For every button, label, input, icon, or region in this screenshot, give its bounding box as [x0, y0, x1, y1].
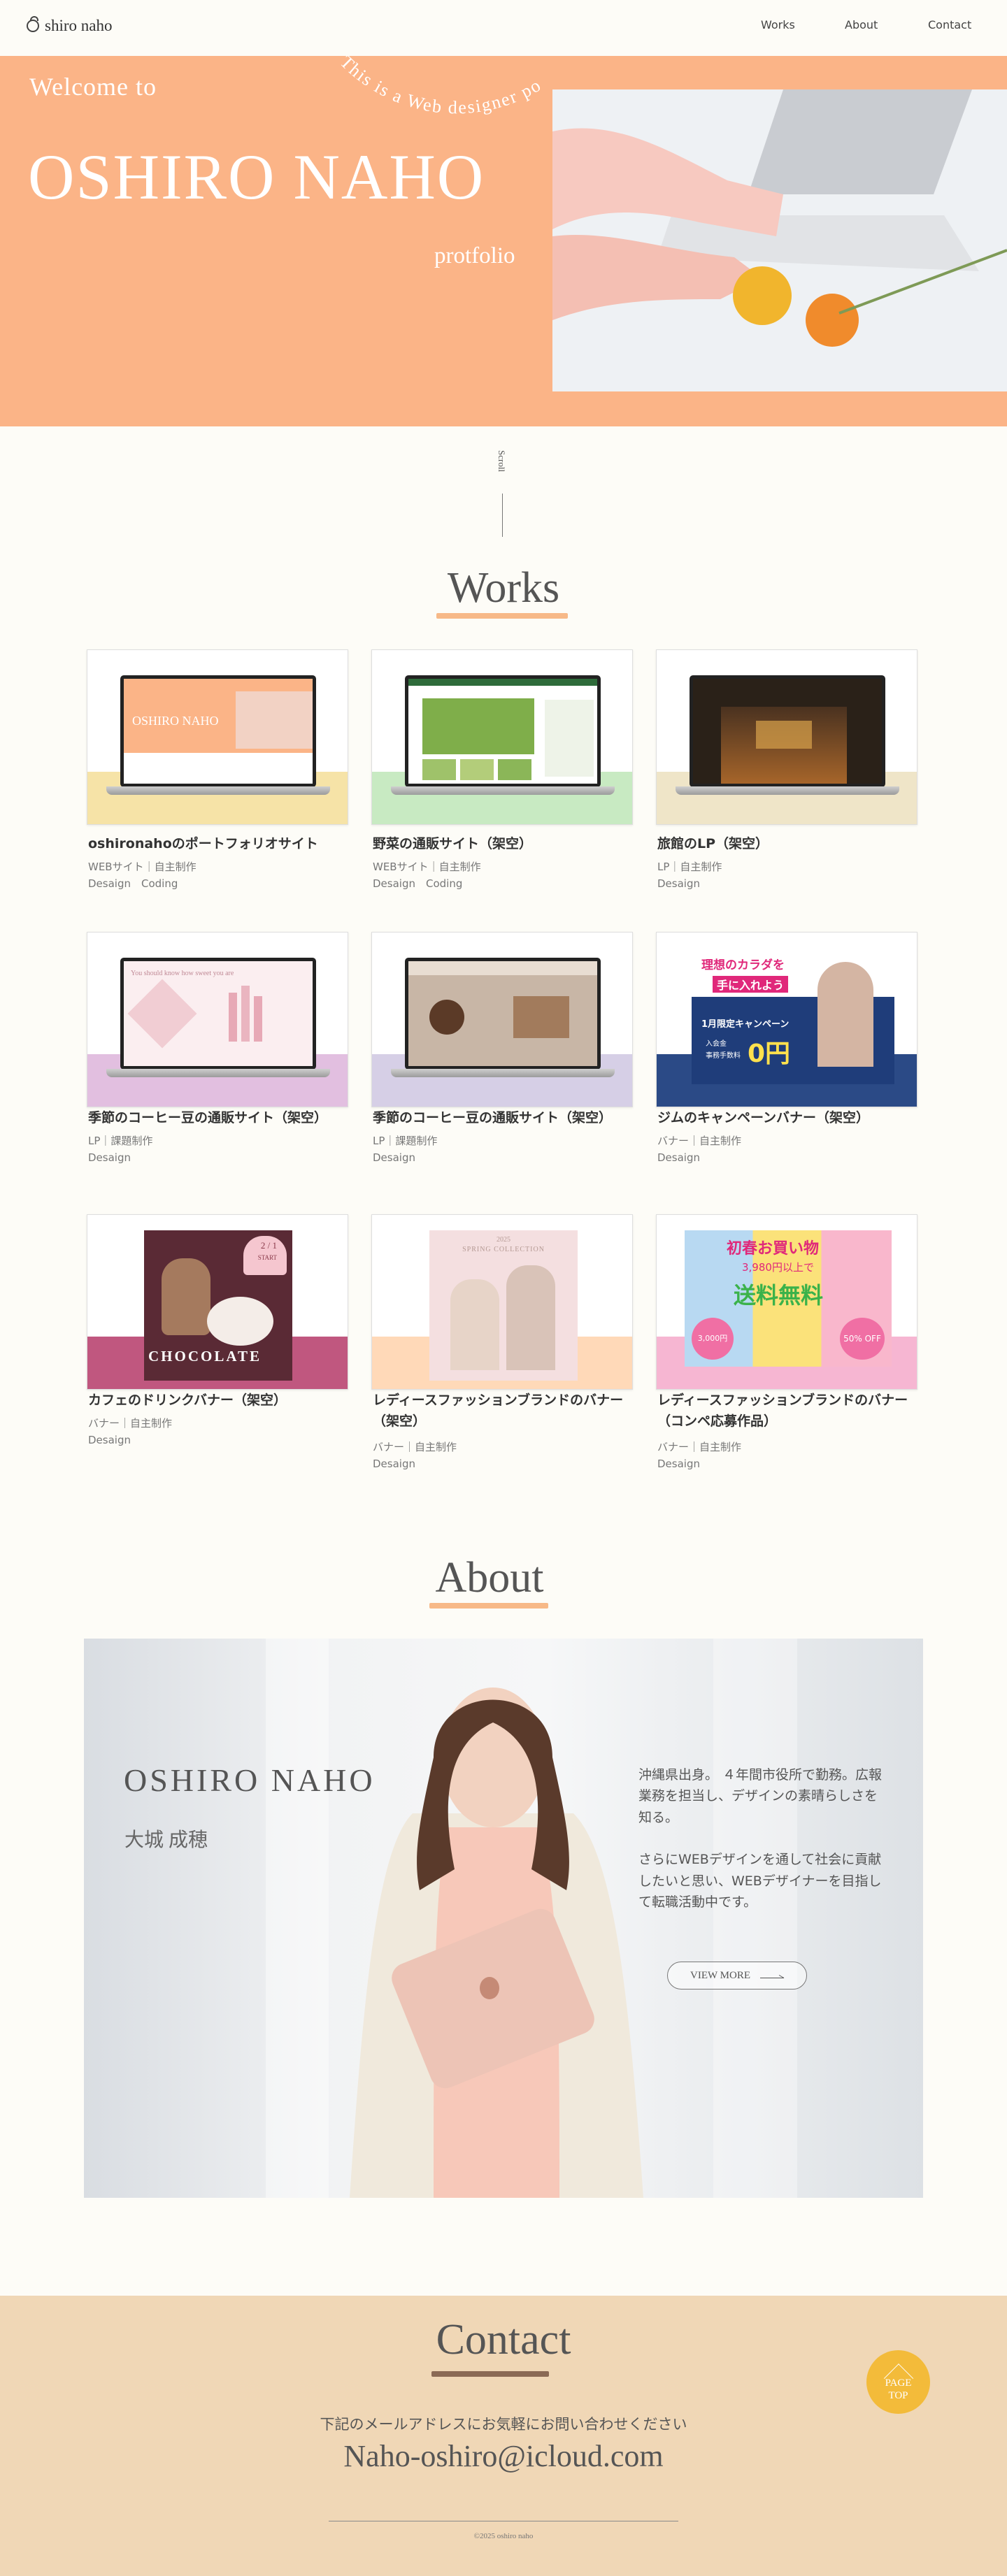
choco-start: START — [257, 1254, 277, 1261]
work-title-2[interactable]: 野菜の通販サイト（架空） — [373, 833, 645, 854]
logo-text: shiro naho — [45, 17, 113, 34]
about-kanji-name: 大城 成穂 — [124, 1829, 208, 1851]
nav-about[interactable]: About — [845, 18, 878, 31]
choco-date: 2 / 1 — [260, 1240, 277, 1251]
work-meta-9: バナー｜自主制作 — [657, 1441, 742, 1453]
scroll-label: Scroll — [497, 450, 507, 473]
choco-text: CHOCOLATE — [148, 1348, 262, 1365]
work-tags-1: Desaign Coding — [88, 877, 178, 890]
work-card-7[interactable]: 2 / 1 START CHOCOLATE — [87, 1214, 348, 1390]
thumbnail-cafe-banner: 2 / 1 START CHOCOLATE — [144, 1230, 292, 1381]
work-title-1[interactable]: oshironahoのポートフォリオサイト — [88, 833, 361, 854]
hero-welcome: Welcome to — [29, 73, 157, 101]
contact-title-underline — [431, 2371, 549, 2377]
works-title: Works — [447, 564, 560, 612]
sale-line-5: 50% OFF — [840, 1318, 885, 1360]
spring-text: SPRING COLLECTION — [462, 1246, 545, 1253]
about-name: OSHIRO NAHO — [124, 1762, 376, 1798]
work-tags-3: Desaign — [657, 877, 700, 890]
arc-text: This is a Web designer portfolio — [329, 56, 543, 117]
gym-line-5: 事務手数料 — [706, 1052, 741, 1060]
view-more-label: VIEW MORE — [690, 1969, 750, 1981]
work-tags-6: Desaign — [657, 1151, 700, 1164]
gym-line-1: 理想のカラダを — [701, 958, 785, 972]
work-meta-2: WEBサイト｜自主制作 — [373, 861, 481, 873]
thumbnail-coffee-1: You should know how sweet you are — [120, 958, 316, 1070]
work-tags-2: Desaign Coding — [373, 877, 463, 890]
work-tags-7: Desaign — [88, 1434, 131, 1446]
work-card-5[interactable] — [371, 932, 633, 1107]
gym-line-2: 手に入れよう — [713, 976, 789, 993]
view-more-button[interactable]: VIEW MORE — [667, 1962, 807, 1989]
hero-name: OSHIRO NAHO — [28, 141, 485, 213]
work-title-5[interactable]: 季節のコーヒー豆の通販サイト（架空） — [373, 1107, 645, 1128]
work-card-8[interactable]: 2025 SPRING COLLECTION — [371, 1214, 633, 1390]
work-card-2[interactable] — [371, 649, 633, 825]
work-meta-3: LP｜自主制作 — [657, 861, 722, 873]
svg-text:This is a Web designer portfol: This is a Web designer portfolio — [329, 56, 545, 117]
work-card-1[interactable]: OSHIRO NAHO — [87, 649, 348, 825]
contact-email[interactable]: Naho-oshiro@icloud.com — [0, 2438, 1007, 2474]
contact-lead: 下記のメールアドレスにお気軽にお問い合わせください — [320, 2416, 687, 2433]
about-title: About — [435, 1554, 544, 1602]
works-title-underline — [436, 613, 568, 619]
arrow-right-icon — [759, 1973, 785, 1978]
site-logo[interactable]: shiro naho — [27, 16, 113, 35]
contact-title: Contact — [436, 2316, 571, 2363]
sale-line-3: 送料無料 — [734, 1282, 824, 1309]
work-meta-8: バナー｜自主制作 — [373, 1441, 457, 1453]
work-tags-8: Desaign — [373, 1458, 415, 1470]
work-title-3[interactable]: 旅館のLP（架空） — [657, 833, 930, 854]
about-text: 沖縄県出身。 ４年間市役所で勤務。広報業務を担当し、デザインの素晴らしさを知る。… — [638, 1764, 883, 1913]
gym-line-4: 入会金 — [706, 1040, 727, 1048]
work-title-8[interactable]: レディースファッションブランドのバナー（架空） — [373, 1390, 645, 1432]
sale-line-2: 3,980円以上で — [742, 1261, 814, 1274]
thumbnail-ryokan — [690, 675, 885, 787]
thumbnail-gym-banner: 理想のカラダを 手に入れよう 1月限定キャンペーン 入会金 事務手数料 0円 — [692, 948, 894, 1084]
thumb-text: OSHIRO NAHO — [132, 714, 219, 728]
work-meta-7: バナー｜自主制作 — [88, 1417, 173, 1430]
gym-line-3: 1月限定キャンペーン — [701, 1019, 790, 1030]
work-card-6[interactable]: 理想のカラダを 手に入れよう 1月限定キャンペーン 入会金 事務手数料 0円 — [656, 932, 917, 1107]
about-photo — [84, 1639, 923, 2198]
work-tags-4: Desaign — [88, 1151, 131, 1164]
sale-line-1: 初春お買い物 — [727, 1240, 820, 1258]
sale-line-4: 3,000円 — [692, 1318, 734, 1360]
about-paragraph-2: さらにWEBデザインを通して社会に貢献したいと思い、WEBデザイナーを目指して転… — [638, 1852, 882, 1910]
work-card-9[interactable]: 初春お買い物 3,980円以上で 送料無料 3,000円 50% OFF — [656, 1214, 917, 1390]
work-title-6[interactable]: ジムのキャンペーンバナー（架空） — [657, 1107, 930, 1128]
site-header: shiro naho Works About Contact — [0, 0, 1007, 56]
work-card-3[interactable] — [656, 649, 917, 825]
gym-line-6: 0円 — [748, 1039, 791, 1068]
work-card-4[interactable]: You should know how sweet you are — [87, 932, 348, 1107]
work-title-4[interactable]: 季節のコーヒー豆の通販サイト（架空） — [88, 1107, 361, 1128]
logo-icon — [27, 16, 39, 32]
work-meta-6: バナー｜自主制作 — [657, 1135, 742, 1147]
nav-works[interactable]: Works — [761, 18, 795, 31]
thumbnail-spring-banner: 2025 SPRING COLLECTION — [429, 1230, 578, 1381]
nav-contact[interactable]: Contact — [928, 18, 971, 31]
work-meta-1: WEBサイト｜自主制作 — [88, 861, 197, 873]
scroll-line — [502, 494, 503, 537]
work-title-9[interactable]: レディースファッションブランドのバナー（コンペ応募作品） — [657, 1390, 930, 1432]
thumbnail-sale-banner: 初春お買い物 3,980円以上で 送料無料 3,000円 50% OFF — [685, 1230, 892, 1367]
about-paragraph-1: 沖縄県出身。 ４年間市役所で勤務。広報業務を担当し、デザインの素晴らしさを知る。 — [638, 1767, 883, 1825]
thumbnail-coffee-2 — [405, 958, 601, 1070]
spring-year: 2025 — [497, 1236, 510, 1244]
work-tags-9: Desaign — [657, 1458, 700, 1470]
work-title-7[interactable]: カフェのドリンクバナー（架空） — [88, 1390, 361, 1411]
about-title-underline — [429, 1603, 548, 1609]
thumbnail-portfolio: OSHIRO NAHO — [120, 675, 316, 787]
hero-photo — [552, 89, 1007, 391]
work-tags-5: Desaign — [373, 1151, 415, 1164]
copyright: ©2025 oshiro naho — [473, 2532, 534, 2540]
thumb-text: You should know how sweet you are — [131, 970, 234, 977]
hero-portfolio: protfolio — [434, 243, 515, 268]
work-meta-4: LP｜課題制作 — [88, 1135, 153, 1147]
work-meta-5: LP｜課題制作 — [373, 1135, 438, 1147]
page-top-button[interactable]: PAGE TOP — [866, 2350, 930, 2414]
thumbnail-vegetable-shop — [405, 675, 601, 787]
